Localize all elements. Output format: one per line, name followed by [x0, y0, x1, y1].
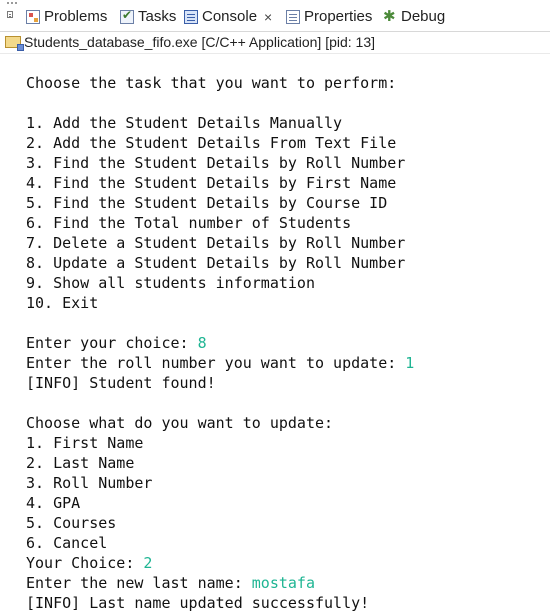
console-line-text: 4. GPA	[26, 494, 81, 512]
tab-properties[interactable]: Properties	[286, 4, 372, 29]
console-line-text: 3. Find the Student Details by Roll Numb…	[26, 154, 406, 172]
properties-icon	[286, 9, 300, 24]
tab-console-label: Console	[202, 8, 258, 25]
console-line-text: Your Choice:	[26, 554, 144, 572]
tab-debug[interactable]: Debug	[383, 4, 445, 29]
console-line-text: 2. Last Name	[26, 454, 135, 472]
console-line: 2. Add the Student Details From Text Fil…	[26, 133, 414, 153]
process-label: Students_database_fifo.exe [C/C++ Applic…	[24, 34, 376, 50]
console-line: 10. Exit	[26, 293, 414, 313]
console-line: 8. Update a Student Details by Roll Numb…	[26, 253, 414, 273]
console-line: 1. Add the Student Details Manually	[26, 113, 414, 133]
console-line: Enter your choice: 8	[26, 333, 414, 353]
console-line-text: Enter the roll number you want to update…	[26, 354, 406, 372]
console-line-text: 4. Find the Student Details by First Nam…	[26, 174, 397, 192]
user-input-value: 1	[405, 354, 415, 372]
console-line-text: 1. First Name	[26, 434, 144, 452]
console-line-text: 8. Update a Student Details by Roll Numb…	[26, 254, 406, 272]
console-line-text: [INFO] Student found!	[26, 374, 216, 392]
console-line: 4. Find the Student Details by First Nam…	[26, 173, 414, 193]
console-line: 2. Last Name	[26, 453, 414, 473]
console-line: [INFO] Last name updated successfully!	[26, 593, 414, 612]
user-input-value: 8	[197, 334, 207, 352]
console-line: Choose what do you want to update:	[26, 413, 414, 433]
console-view: Problems Tasks Console × Properties Debu…	[0, 0, 550, 612]
console-line: 6. Find the Total number of Students	[26, 213, 414, 233]
tab-properties-label: Properties	[304, 8, 373, 25]
console-line-text: Enter the new last name:	[26, 574, 252, 592]
tab-tasks[interactable]: Tasks	[120, 4, 176, 29]
tab-tasks-label: Tasks	[138, 8, 177, 25]
console-line: 4. GPA	[26, 493, 414, 513]
console-lines: Choose the task that you want to perform…	[26, 73, 414, 612]
console-line-text: Enter your choice:	[26, 334, 198, 352]
console-line: 5. Courses	[26, 513, 414, 533]
console-line: Your Choice: 2	[26, 553, 414, 573]
tab-console[interactable]: Console ×	[184, 4, 273, 29]
console-line: Choose the task that you want to perform…	[26, 73, 414, 93]
view-menu-icon[interactable]	[0, 0, 22, 32]
console-line-text: 9. Show all students information	[26, 274, 315, 292]
console-line-text: [INFO] Last name updated successfully!	[26, 594, 370, 612]
tasks-icon	[120, 8, 134, 24]
console-line: 5. Find the Student Details by Course ID	[26, 193, 414, 213]
console-line-text: 10. Exit	[26, 294, 99, 312]
console-output[interactable]: Choose the task that you want to perform…	[0, 53, 550, 612]
console-line-text: Choose the task that you want to perform…	[26, 74, 397, 92]
console-line-text: 3. Roll Number	[26, 474, 153, 492]
tab-problems-label: Problems	[44, 8, 108, 25]
process-description: Students_database_fifo.exe [C/C++ Applic…	[0, 32, 550, 52]
console-line: 7. Delete a Student Details by Roll Numb…	[26, 233, 414, 253]
console-line: 1. First Name	[26, 433, 414, 453]
console-line-text: 5. Find the Student Details by Course ID	[26, 194, 388, 212]
console-line-text: 2. Add the Student Details From Text Fil…	[26, 134, 397, 152]
close-icon[interactable]: ×	[264, 9, 272, 25]
tab-problems[interactable]: Problems	[26, 4, 107, 29]
console-line: 3. Find the Student Details by Roll Numb…	[26, 153, 414, 173]
console-icon	[184, 9, 198, 24]
console-line: 6. Cancel	[26, 533, 414, 553]
console-line-text: 7. Delete a Student Details by Roll Numb…	[26, 234, 406, 252]
console-line: Enter the roll number you want to update…	[26, 353, 414, 373]
user-input-value: 2	[143, 554, 153, 572]
console-line-text: 6. Find the Total number of Students	[26, 214, 352, 232]
console-line: Enter the new last name: mostafa	[26, 573, 414, 593]
view-tab-bar: Problems Tasks Console × Properties Debu…	[0, 0, 550, 32]
console-line-text: Choose what do you want to update:	[26, 414, 334, 432]
problems-icon	[26, 9, 40, 24]
application-icon	[5, 36, 24, 51]
user-input-value: mostafa	[251, 574, 315, 592]
debug-icon	[383, 7, 397, 25]
console-line-text: 6. Cancel	[26, 534, 108, 552]
console-line-text: 5. Courses	[26, 514, 117, 532]
console-line: 9. Show all students information	[26, 273, 414, 293]
console-line: 3. Roll Number	[26, 473, 414, 493]
console-line: [INFO] Student found!	[26, 373, 414, 393]
console-line-text: 1. Add the Student Details Manually	[26, 114, 343, 132]
tab-debug-label: Debug	[401, 8, 446, 25]
